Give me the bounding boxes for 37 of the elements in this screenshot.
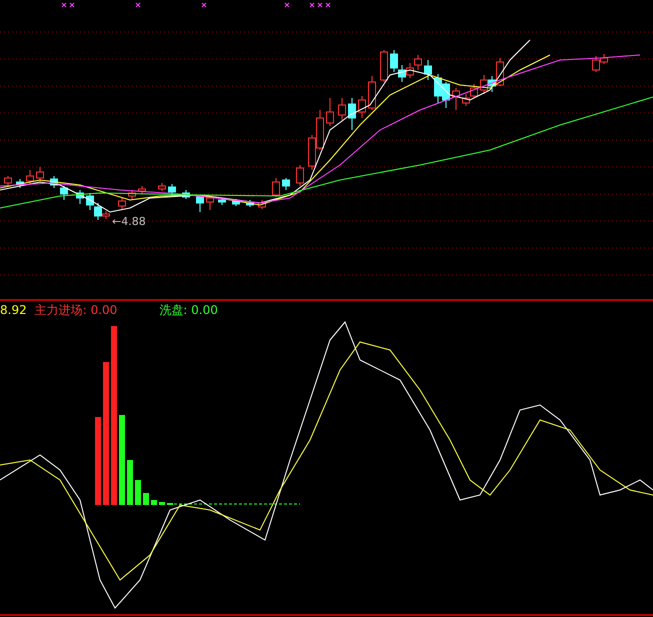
candlestick <box>138 186 146 194</box>
candlestick <box>118 198 126 210</box>
candlestick <box>338 98 346 120</box>
candlestick <box>128 190 136 200</box>
candlestick <box>296 164 304 186</box>
histogram-bar <box>151 500 157 505</box>
candlestick <box>282 178 290 190</box>
candlestick <box>4 176 12 186</box>
candlestick <box>60 186 68 200</box>
histogram-bar <box>135 480 141 505</box>
candlestick <box>16 178 24 188</box>
indicator-value: 洗盘: 0.00 <box>159 303 218 317</box>
histogram-bar <box>159 502 165 505</box>
candlestick <box>50 176 58 188</box>
candlestick <box>272 178 280 198</box>
candlestick <box>158 182 166 192</box>
candlestick <box>206 196 214 210</box>
candlestick <box>348 98 356 130</box>
candlestick <box>368 76 376 110</box>
candlestick <box>452 88 460 110</box>
candlestick <box>36 166 44 182</box>
candlestick <box>326 98 334 126</box>
candlestick <box>380 50 388 82</box>
candlestick <box>196 194 204 212</box>
histogram-bar <box>127 460 133 505</box>
candlestick <box>246 200 254 208</box>
candlestick <box>218 198 226 206</box>
indicator-value: 8.92 <box>0 303 27 317</box>
histogram-bar <box>143 493 149 505</box>
candlestick <box>232 198 240 206</box>
indicator-value: 主力进场: 0.00 <box>34 303 118 317</box>
candlestick <box>258 200 266 210</box>
candlestick <box>424 60 432 80</box>
candlestick <box>358 96 366 118</box>
candlestick <box>76 190 84 204</box>
low-price-label: ←4.88 <box>112 215 146 228</box>
candlestick <box>26 170 34 186</box>
